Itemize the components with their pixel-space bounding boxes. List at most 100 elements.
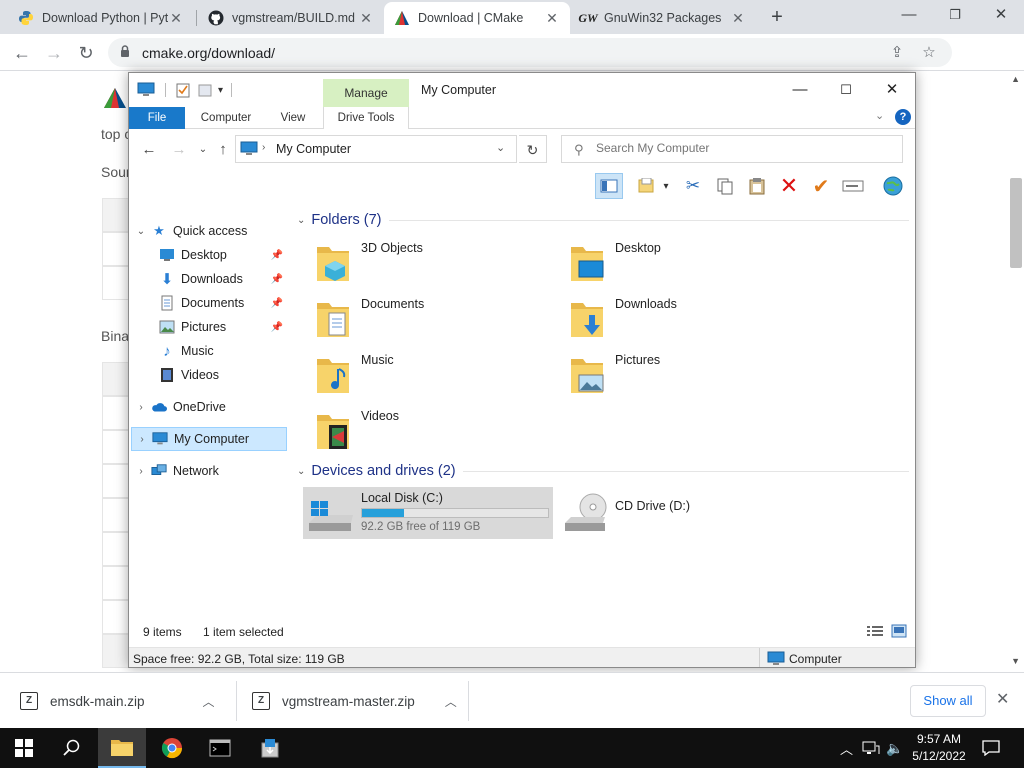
drive-tile-c[interactable]: Local Disk (C:) 92.2 GB free of 119 GB (303, 487, 553, 539)
cut-icon[interactable]: ✂ (679, 173, 707, 199)
rename-icon[interactable] (839, 173, 867, 199)
search-box[interactable]: ⚲ (561, 135, 903, 163)
back-icon[interactable]: ← (8, 39, 36, 67)
taskbar-file-explorer[interactable] (98, 728, 146, 768)
maximize-icon[interactable]: ☐ (823, 77, 869, 103)
delete-icon[interactable]: ✕ (775, 173, 803, 199)
download-item[interactable]: Z emsdk-main.zip ︿ (20, 673, 230, 729)
nav-pictures[interactable]: Pictures 📌 (131, 315, 287, 339)
chevron-up-icon[interactable]: ︿ (203, 693, 215, 710)
expand-ribbon-icon[interactable]: ⌄ (875, 109, 884, 122)
drive-tile-d[interactable]: CD Drive (D:) (557, 487, 757, 539)
taskbar-installer[interactable] (246, 728, 294, 768)
folder-tile[interactable]: Pictures (549, 349, 789, 401)
address-bar[interactable]: cmake.org/download/ ⇪ ☆ (108, 38, 952, 67)
new-folder-icon[interactable] (198, 82, 212, 98)
globe-icon[interactable] (879, 173, 907, 199)
preview-pane-icon[interactable] (595, 173, 623, 199)
up-icon[interactable]: ↑ (213, 141, 233, 159)
nav-quick-access[interactable]: ⌄ ★ Quick access (131, 219, 287, 243)
large-icons-view-icon[interactable] (891, 624, 907, 638)
start-button[interactable] (0, 728, 48, 768)
tab-view[interactable]: View (271, 107, 315, 129)
taskbar-terminal[interactable] (196, 728, 244, 768)
tray-chevron-up-icon[interactable]: ︿ (840, 728, 853, 768)
tab-computer[interactable]: Computer (191, 107, 261, 129)
chevron-down-icon[interactable]: ⌄ (131, 226, 151, 237)
tab-github[interactable]: vgmstream/BUILD.md ✕ (198, 2, 384, 34)
nav-videos[interactable]: Videos (131, 363, 287, 387)
properties-check-icon[interactable]: ✔ (807, 173, 835, 199)
search-button[interactable] (48, 728, 96, 768)
tab-drive-tools[interactable]: Drive Tools (323, 107, 409, 129)
folder-tile[interactable]: Documents (295, 293, 535, 345)
nav-music[interactable]: ♪ Music (131, 339, 287, 363)
folder-tile[interactable]: Music (295, 349, 535, 401)
pin-icon[interactable]: 📌 (271, 250, 283, 261)
details-view-icon[interactable] (867, 625, 883, 637)
restore-icon[interactable]: ❐ (932, 0, 978, 30)
tab-cmake[interactable]: Download | CMake ✕ (384, 2, 570, 34)
customize-qat-icon[interactable]: ▾ (218, 85, 223, 96)
chevron-down-icon[interactable]: ⌄ (297, 466, 305, 477)
chevron-down-icon[interactable]: ⌄ (496, 141, 505, 154)
system-clock[interactable]: 9:57 AM 5/12/2022 (906, 731, 972, 765)
taskbar-chrome[interactable] (148, 728, 196, 768)
chevron-down-icon[interactable]: ⌄ (297, 215, 305, 226)
download-item[interactable]: Z vgmstream-master.zip ︿ (252, 673, 462, 729)
nav-network[interactable]: › Network (131, 459, 287, 483)
page-scrollbar-thumb[interactable] (1010, 178, 1022, 268)
chevron-right-icon[interactable]: › (131, 402, 151, 413)
pin-icon[interactable]: 📌 (271, 274, 283, 285)
reload-icon[interactable]: ↻ (72, 39, 100, 67)
folder-tile[interactable]: Downloads (549, 293, 789, 345)
close-icon[interactable]: ✕ (358, 10, 374, 27)
nav-downloads[interactable]: ⬇ Downloads 📌 (131, 267, 287, 291)
close-icon[interactable]: ✕ (168, 10, 184, 27)
nav-documents[interactable]: Documents 📌 (131, 291, 287, 315)
close-window-icon[interactable]: ✕ (978, 0, 1024, 30)
close-icon[interactable]: ✕ (544, 10, 560, 27)
forward-icon[interactable]: → (169, 141, 189, 159)
tab-python[interactable]: Download Python | Pyt ✕ (8, 2, 194, 34)
help-icon[interactable]: ? (895, 109, 911, 125)
pin-icon[interactable]: 📌 (271, 298, 283, 309)
address-bar[interactable]: › My Computer ⌄ (235, 135, 517, 163)
notifications-icon[interactable] (982, 728, 1000, 768)
search-input[interactable] (596, 141, 896, 155)
network-status-icon[interactable] (862, 728, 880, 768)
folder-tile[interactable]: Videos (295, 405, 535, 457)
new-item-icon[interactable] (633, 173, 661, 199)
dropdown-arrow-icon[interactable]: ▾ (659, 173, 673, 199)
nav-desktop[interactable]: Desktop 📌 (131, 243, 287, 267)
close-icon[interactable]: ✕ (996, 689, 1009, 709)
tab-file[interactable]: File (129, 107, 185, 129)
chevron-right-icon[interactable]: › (262, 142, 265, 153)
group-header-devices[interactable]: ⌄ Devices and drives (2) (293, 460, 909, 482)
close-icon[interactable]: ✕ (869, 77, 915, 103)
copy-icon[interactable] (711, 173, 739, 199)
recent-locations-icon[interactable]: ⌄ (193, 141, 213, 159)
bookmark-star-icon[interactable]: ☆ (918, 42, 940, 64)
folder-tile[interactable]: Desktop (549, 237, 789, 289)
forward-icon[interactable]: → (40, 39, 68, 67)
refresh-icon[interactable]: ↻ (519, 135, 547, 163)
chevron-up-icon[interactable]: ︿ (445, 693, 457, 710)
chevron-right-icon[interactable]: › (132, 434, 152, 445)
folder-tile[interactable]: 3D Objects (295, 237, 535, 289)
properties-icon[interactable] (176, 82, 190, 98)
minimize-icon[interactable]: — (777, 77, 823, 103)
share-icon[interactable]: ⇪ (886, 42, 908, 64)
back-icon[interactable]: ← (139, 141, 159, 159)
volume-icon[interactable]: 🔈 (886, 728, 903, 768)
nav-onedrive[interactable]: › OneDrive (131, 395, 287, 419)
show-all-button[interactable]: Show all (910, 685, 986, 717)
manage-contextual-tab[interactable]: Manage (323, 79, 409, 107)
new-tab-button[interactable]: + (766, 4, 788, 30)
group-header-folders[interactable]: ⌄ Folders (7) (293, 209, 909, 231)
pin-icon[interactable]: 📌 (271, 322, 283, 333)
nav-my-computer[interactable]: › My Computer (131, 427, 287, 451)
minimize-icon[interactable]: — (886, 0, 932, 30)
paste-icon[interactable] (743, 173, 771, 199)
close-icon[interactable]: ✕ (730, 10, 746, 27)
